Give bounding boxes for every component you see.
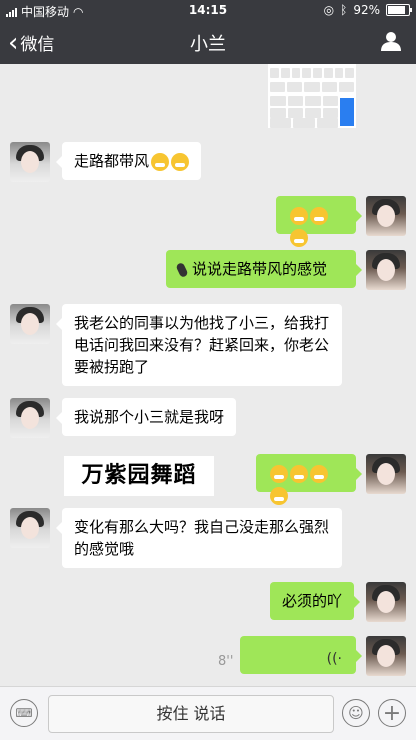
message-bubble[interactable]: 走路都带风 [55, 142, 202, 180]
message-bubble[interactable]: 我老公的同事以为他找了小三，给我打电话问我回来没有？赶紧回来，你老公要被拐跑了 [56, 304, 342, 386]
avatar[interactable] [366, 582, 406, 622]
message-text: 我说那个小三就是我呀 [74, 408, 225, 426]
grin-emoji-icon [171, 152, 190, 171]
avatar[interactable] [10, 304, 50, 344]
battery-icon [386, 4, 412, 16]
voice-message[interactable]: ((· [240, 636, 362, 674]
laugh-emoji-icon [290, 464, 308, 483]
avatar[interactable] [10, 508, 50, 548]
voice-duration: 8'' [218, 654, 234, 669]
message-text: 变化有那么大吗？我自己没走那么强烈的感觉哦 [74, 518, 330, 558]
message-bubble[interactable]: 我说那个小三就是我呀 [55, 398, 237, 436]
avatar[interactable] [366, 196, 406, 236]
keyboard-icon: ⌨ [15, 706, 33, 720]
message-text: 走路都带风 [74, 152, 150, 170]
message-bubble[interactable]: 说说走路带风的感觉 [166, 250, 362, 288]
message-bubble[interactable]: 必须的吖 [270, 582, 361, 620]
grin-emoji-icon [151, 152, 170, 171]
laugh-emoji-icon [270, 464, 288, 483]
voice-wave-icon: ((· [326, 651, 342, 667]
hold-to-talk-button[interactable]: 按住 说话 [48, 695, 334, 733]
message-text: 说说走路带风的感觉 [192, 260, 328, 278]
avatar[interactable] [10, 398, 50, 438]
status-right: ◎ ᛒ 92% [323, 3, 412, 17]
avatar[interactable] [10, 142, 50, 182]
avatar[interactable] [366, 636, 406, 676]
laugh-emoji-icon [310, 464, 328, 483]
avatar[interactable] [366, 250, 406, 290]
rotation-lock-icon: ◎ [323, 3, 335, 17]
smiley-icon: ☺ [348, 704, 364, 722]
laugh-emoji-icon [290, 228, 308, 247]
keyboard-toggle-button[interactable]: ⌨ [10, 699, 38, 727]
top-bar: 中国移动 ◠ 14:15 ◎ ᛒ 92% ‹ 微信 小兰 [0, 0, 416, 64]
battery-percent: 92% [353, 3, 380, 17]
person-icon[interactable] [380, 30, 402, 52]
input-bar: ⌨ 按住 说话 ☺ + [0, 686, 416, 740]
laugh-emoji-icon [310, 206, 328, 225]
message-bubble[interactable]: 变化有那么大吗？我自己没走那么强烈的感觉哦 [56, 508, 342, 568]
message-text: 我老公的同事以为他找了小三，给我打电话问我回来没有？赶紧回来，你老公要被拐跑了 [74, 314, 330, 376]
bluetooth-icon: ᛒ [340, 3, 348, 17]
nav-bar: ‹ 微信 小兰 [0, 20, 416, 64]
message-bubble[interactable] [276, 196, 362, 247]
caption-overlay: 万紫园舞蹈 [64, 456, 214, 496]
emoji-button[interactable]: ☺ [342, 699, 370, 727]
laugh-emoji-icon [290, 206, 308, 225]
more-button[interactable]: + [378, 699, 406, 727]
chat-title: 小兰 [190, 34, 226, 55]
image-message[interactable] [268, 64, 356, 128]
battery-fill [388, 6, 405, 14]
laugh-emoji-icon [270, 486, 288, 505]
microphone-icon [175, 261, 189, 278]
message-text: 必须的吖 [282, 592, 343, 610]
chat-area[interactable]: 走路都带风 说说走路带风的感觉 我老公的同事以为他找了小三，给我打电话问我回来没… [0, 64, 416, 686]
status-bar: 中国移动 ◠ 14:15 ◎ ᛒ 92% [0, 0, 416, 20]
keyboard-enter-key [340, 98, 354, 126]
message-bubble[interactable] [256, 454, 362, 505]
plus-icon: + [382, 700, 402, 726]
avatar[interactable] [366, 454, 406, 494]
